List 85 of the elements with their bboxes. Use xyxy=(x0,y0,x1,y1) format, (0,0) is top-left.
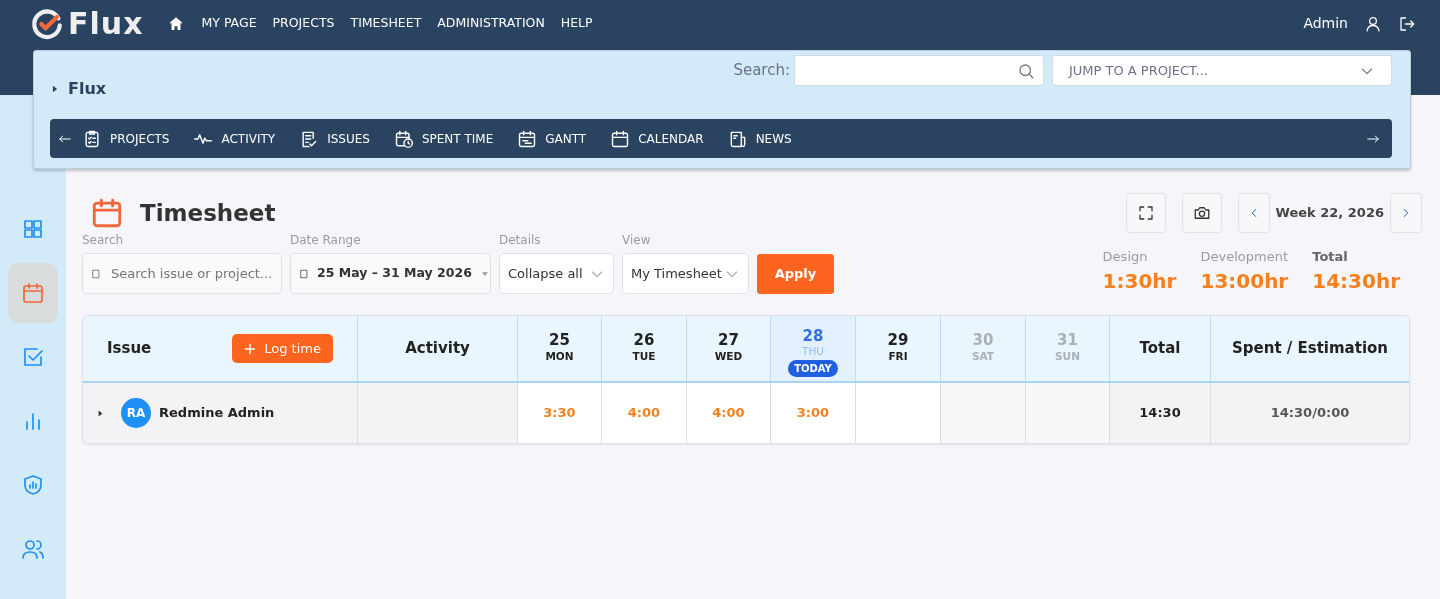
checkmark-logo-icon xyxy=(30,6,64,41)
shield-icon xyxy=(21,473,45,497)
project-jump-dropdown[interactable]: JUMP TO A PROJECT... xyxy=(1052,55,1392,86)
summary-value: 14:30hr xyxy=(1312,268,1400,295)
column-header: Total xyxy=(1139,338,1181,360)
hours-cell-text: 4:00 xyxy=(627,404,661,423)
user-avatar: RA xyxy=(121,398,151,428)
weekday-label: MON xyxy=(545,348,574,364)
project-menu-link[interactable]: ISSUES xyxy=(299,128,370,149)
gantt-icon xyxy=(517,128,538,149)
total-cell-text: 14:30 xyxy=(1139,404,1181,423)
summary-value: 1:30hr xyxy=(1102,268,1177,295)
project-menu-link[interactable]: SPENT TIME xyxy=(393,128,494,149)
search-icon xyxy=(1017,61,1035,80)
filter-label: Date Range xyxy=(290,232,362,249)
logout-icon[interactable] xyxy=(1398,14,1416,33)
project-menu-link[interactable]: ACTIVITY xyxy=(193,128,276,149)
view-dropdown[interactable]: My Timesheet xyxy=(622,253,749,294)
calendar-icon xyxy=(610,128,631,149)
user-icon[interactable] xyxy=(1364,14,1382,33)
project-menu-link[interactable]: CALENDAR xyxy=(610,128,704,149)
calendar-clock-icon xyxy=(393,128,414,149)
summary-label: Design xyxy=(1102,247,1149,266)
filter-label: View xyxy=(622,232,652,249)
users-icon xyxy=(21,537,45,561)
summary-label: Total xyxy=(1312,247,1349,266)
details-dropdown[interactable]: Collapse all xyxy=(499,253,614,294)
checkbox-icon xyxy=(21,345,45,369)
spent-cell-text: 14:30/0:00 xyxy=(1270,404,1350,423)
day-number: 29 xyxy=(887,332,909,349)
grid-icon xyxy=(21,217,45,241)
day-number: 30 xyxy=(972,332,994,349)
project-menu-link[interactable]: GANTT xyxy=(517,128,587,149)
clipboard-icon xyxy=(82,128,102,149)
fullscreen-icon xyxy=(1136,204,1155,222)
plus-icon xyxy=(244,342,257,355)
camera-icon xyxy=(1192,204,1211,222)
top-menu-link[interactable]: PROJECTS xyxy=(272,14,335,33)
previous-week-button[interactable] xyxy=(1237,193,1270,233)
column-header: Spent / Estimation xyxy=(1232,338,1388,360)
project-menu-link[interactable]: PROJECTS xyxy=(82,128,170,149)
weekday-label: THU xyxy=(802,344,824,360)
weekday-label: FRI xyxy=(888,348,908,364)
user-name-link[interactable]: Admin xyxy=(1303,13,1348,34)
weekday-label: SAT xyxy=(971,348,994,364)
hours-cell-text: 3:00 xyxy=(796,404,830,423)
project-title: Flux xyxy=(68,78,107,100)
logo-text: Flux xyxy=(68,5,144,43)
day-number: 31 xyxy=(1057,332,1078,349)
hours-cell-text: 4:00 xyxy=(712,404,745,423)
project-menu-link[interactable]: NEWS xyxy=(727,128,792,149)
column-header: Activity xyxy=(405,338,470,360)
filter-label: Search xyxy=(82,232,125,249)
day-number: 28 xyxy=(802,327,824,345)
top-menu-link[interactable]: ADMINISTRATION xyxy=(437,14,545,33)
date-range-picker[interactable]: 25 May – 31 May 2026 xyxy=(290,253,491,294)
column-header: Issue xyxy=(107,338,152,360)
week-label: Week 22, 2026 xyxy=(1275,204,1384,223)
day-number: 25 xyxy=(549,332,570,349)
filter-label: Details xyxy=(499,232,542,249)
summary-value: 13:00hr xyxy=(1200,268,1289,295)
box-icon xyxy=(91,267,101,281)
calendar-icon xyxy=(90,196,124,230)
weekday-label: SUN xyxy=(1055,348,1080,364)
calendar-icon xyxy=(21,281,45,305)
weekday-label: WED xyxy=(714,348,743,364)
top-menu-link[interactable]: HELP xyxy=(560,14,593,33)
top-menu-link[interactable]: MY PAGE xyxy=(201,14,257,33)
today-badge: TODAY xyxy=(788,360,838,378)
search-field[interactable]: Search issue or project... xyxy=(82,253,282,294)
next-week-button[interactable] xyxy=(1390,193,1422,233)
hours-cell-text: 3:30 xyxy=(543,404,576,423)
screenshot-button[interactable] xyxy=(1181,193,1222,233)
user-name: Redmine Admin xyxy=(159,404,275,423)
day-number: 26 xyxy=(633,332,655,349)
search-label: Search: xyxy=(733,60,790,82)
summary-label: Development xyxy=(1200,247,1289,266)
page-title: Timesheet xyxy=(140,198,276,228)
expand-caret-icon[interactable] xyxy=(96,408,105,418)
weekday-label: TUE xyxy=(632,348,656,364)
fullscreen-button[interactable] xyxy=(1125,193,1166,233)
day-number: 27 xyxy=(718,332,739,349)
search-field[interactable] xyxy=(794,55,1044,86)
sidebar-item[interactable] xyxy=(8,263,58,323)
top-menu-link[interactable]: TIMESHEET xyxy=(350,14,422,33)
